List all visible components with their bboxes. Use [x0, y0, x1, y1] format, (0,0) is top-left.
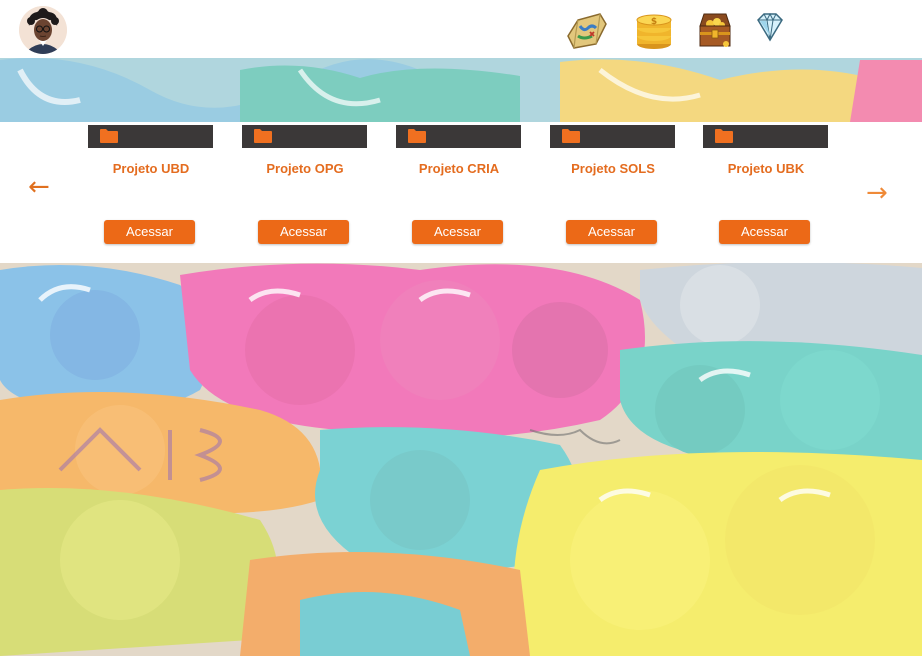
- project-card: Projeto CRIA Acessar: [396, 125, 522, 250]
- project-title: Projeto UBK: [727, 161, 805, 176]
- project-card-header: [242, 125, 367, 148]
- access-button[interactable]: Acessar: [258, 220, 349, 244]
- access-button[interactable]: Acessar: [566, 220, 657, 244]
- project-card-header: [703, 125, 828, 148]
- project-card-header: [396, 125, 521, 148]
- project-title: Projeto OPG: [266, 161, 344, 176]
- gold-coins-icon[interactable]: $: [634, 10, 674, 50]
- user-avatar-icon[interactable]: [19, 6, 67, 54]
- next-arrow-button[interactable]: →: [866, 180, 888, 206]
- project-title: Projeto CRIA: [418, 161, 500, 176]
- folder-icon: [254, 129, 272, 143]
- project-card: Projeto SOLS Acessar: [550, 125, 676, 250]
- previous-arrow-button[interactable]: ←: [28, 174, 50, 200]
- access-button[interactable]: Acessar: [412, 220, 503, 244]
- project-card: Projeto UBD Acessar: [88, 125, 214, 250]
- project-title: Projeto SOLS: [571, 161, 655, 176]
- project-card-header: [88, 125, 213, 148]
- folder-icon: [562, 129, 580, 143]
- treasure-map-icon[interactable]: [566, 10, 607, 50]
- folder-icon: [715, 129, 733, 143]
- access-button[interactable]: Acessar: [719, 220, 810, 244]
- project-title: Projeto UBD: [112, 161, 190, 176]
- project-card: Projeto UBK Acessar: [703, 125, 829, 250]
- treasure-chest-icon[interactable]: [696, 10, 736, 50]
- access-button[interactable]: Acessar: [104, 220, 195, 244]
- top-bar: $: [0, 0, 922, 58]
- folder-icon: [100, 129, 118, 143]
- project-card: Projeto OPG Acessar: [242, 125, 368, 250]
- svg-text:$: $: [651, 17, 657, 27]
- folder-icon: [408, 129, 426, 143]
- project-card-header: [550, 125, 675, 148]
- diamond-icon[interactable]: [752, 10, 792, 50]
